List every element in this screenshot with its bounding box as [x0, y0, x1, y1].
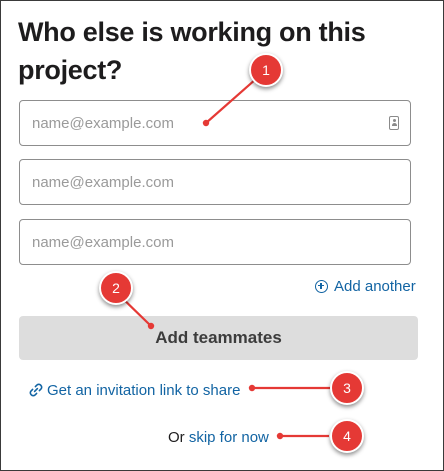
contact-card-icon[interactable] [389, 116, 399, 130]
callout-badge-2: 2 [99, 271, 133, 305]
invitation-link-label: Get an invitation link to share [47, 381, 241, 399]
email-input-3[interactable] [20, 220, 410, 264]
dialog-frame: Who else is working on this project? Add… [0, 0, 444, 471]
skip-row: Or skip for now [1, 427, 444, 449]
callout-badge-1: 1 [249, 53, 283, 87]
add-teammates-button[interactable]: Add teammates [19, 316, 418, 360]
email-field-1[interactable] [19, 100, 411, 146]
email-field-3[interactable] [19, 219, 411, 265]
add-another-label: Add another [334, 277, 416, 295]
link-icon [29, 383, 43, 397]
page-title: Who else is working on this project? [18, 17, 366, 85]
add-another-link[interactable]: Add another [315, 275, 416, 297]
callout-badge-4: 4 [330, 419, 364, 453]
callout-badge-3: 3 [330, 371, 364, 405]
email-input-2[interactable] [20, 160, 410, 204]
invitation-link[interactable]: Get an invitation link to share [28, 379, 240, 401]
skip-prefix: Or [168, 429, 185, 446]
email-field-2[interactable] [19, 159, 411, 205]
skip-for-now-link[interactable]: skip for now [189, 429, 269, 446]
plus-circle-icon [315, 279, 328, 293]
email-input-1[interactable] [20, 101, 410, 145]
